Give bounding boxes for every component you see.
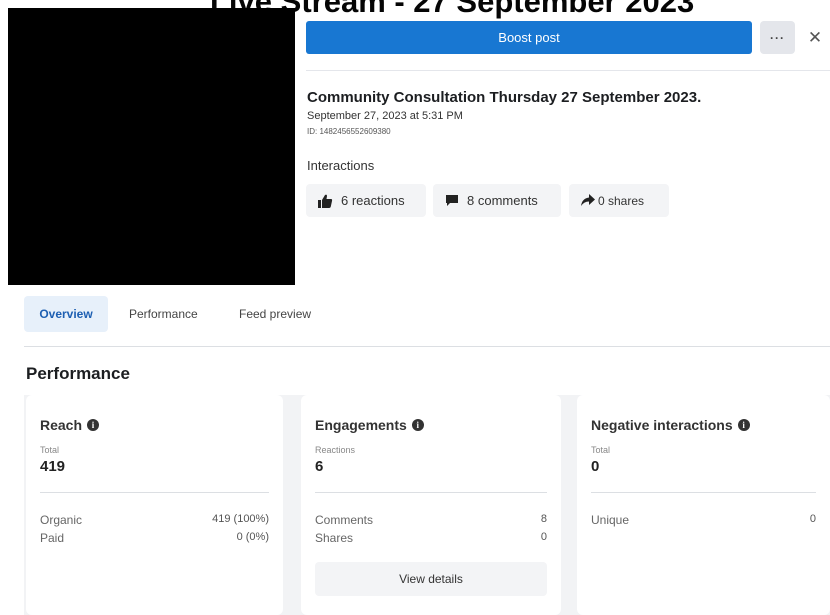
engagements-row-shares: Shares 0 xyxy=(315,531,547,545)
interactions-label: Interactions xyxy=(307,158,375,173)
reach-metric-value: 419 xyxy=(40,458,66,475)
reach-card: Reach i Total 419 Organic 419 (100%) Pai… xyxy=(26,395,283,615)
row-label: Paid xyxy=(40,531,65,545)
engagements-metric-value: 6 xyxy=(315,458,324,475)
engagements-card-title: Engagements i xyxy=(315,417,424,433)
row-value: 8 xyxy=(540,513,547,525)
reactions-chip[interactable]: 6 reactions xyxy=(306,184,426,217)
comments-chip[interactable]: 8 comments xyxy=(433,184,561,217)
negative-interactions-card: Negative interactions i Total 0 Unique 0 xyxy=(577,395,830,615)
shares-chip[interactable]: 0 shares xyxy=(569,184,669,217)
row-label: Organic xyxy=(40,513,83,527)
tabs-divider xyxy=(24,346,830,347)
engagements-metric-label: Reactions xyxy=(315,445,356,455)
close-icon: ✕ xyxy=(807,27,823,47)
reach-metric-label: Total xyxy=(40,445,60,455)
row-value: 0 xyxy=(540,531,547,543)
info-icon[interactable]: i xyxy=(411,419,424,431)
thumbs-up-icon xyxy=(318,194,333,208)
card-divider xyxy=(591,492,816,493)
view-details-button[interactable]: View details xyxy=(315,562,547,596)
negative-row-unique: Unique 0 xyxy=(591,513,816,527)
boost-post-button[interactable]: Boost post xyxy=(306,21,752,54)
header-divider xyxy=(306,70,830,71)
negative-card-title: Negative interactions i xyxy=(591,417,750,433)
comment-icon xyxy=(445,194,459,207)
card-divider xyxy=(40,492,269,493)
shares-count: 0 shares xyxy=(598,193,645,208)
tab-feed-preview[interactable]: Feed preview xyxy=(239,296,311,332)
card-divider xyxy=(315,492,547,493)
comments-count: 8 comments xyxy=(467,193,538,208)
negative-metric-value: 0 xyxy=(591,458,600,475)
tab-overview[interactable]: Overview xyxy=(24,296,108,332)
engagements-row-comments: Comments 8 xyxy=(315,513,547,527)
redacted-video-thumbnail xyxy=(8,8,295,285)
reactions-count: 6 reactions xyxy=(341,193,405,208)
negative-metric-label: Total xyxy=(591,445,611,455)
negative-title-text: Negative interactions xyxy=(591,417,733,433)
more-options-button[interactable]: ··· xyxy=(760,21,795,54)
more-icon: ··· xyxy=(770,30,785,45)
engagements-title-text: Engagements xyxy=(315,417,407,433)
row-label: Unique xyxy=(591,513,630,527)
row-label: Shares xyxy=(315,531,354,545)
row-value: 419 (100%) xyxy=(212,513,269,525)
close-button[interactable]: ✕ xyxy=(804,21,826,54)
reach-row-paid: Paid 0 (0%) xyxy=(40,531,269,545)
share-arrow-icon xyxy=(581,194,595,207)
row-value: 0 xyxy=(809,513,816,525)
info-icon[interactable]: i xyxy=(737,419,750,431)
reach-title-text: Reach xyxy=(40,417,83,433)
info-icon[interactable]: i xyxy=(87,419,100,431)
row-label: Comments xyxy=(315,513,374,527)
performance-section-title: Performance xyxy=(26,364,130,383)
tab-performance[interactable]: Performance xyxy=(129,296,198,332)
engagements-card: Engagements i Reactions 6 Comments 8 Sha… xyxy=(301,395,561,615)
row-value: 0 (0%) xyxy=(236,531,269,543)
post-id: ID: 1482456552609380 xyxy=(307,127,391,136)
reach-card-title: Reach i xyxy=(40,417,100,433)
post-date: September 27, 2023 at 5:31 PM xyxy=(307,110,463,122)
reach-row-organic: Organic 419 (100%) xyxy=(40,513,269,527)
post-title: Community Consultation Thursday 27 Septe… xyxy=(307,89,702,106)
